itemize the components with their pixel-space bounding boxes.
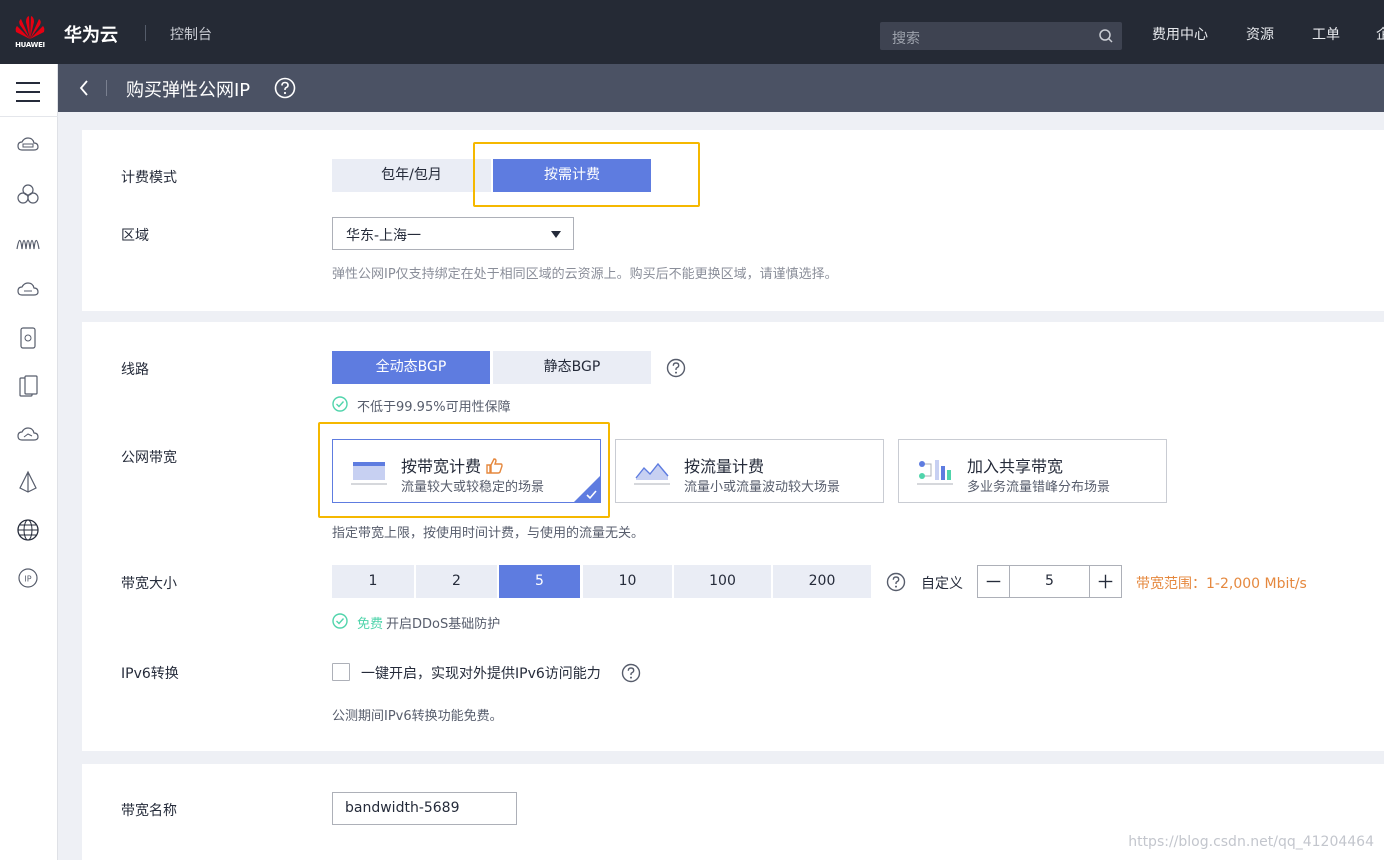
line-option-dynamic-bgp[interactable]: 全动态BGP: [332, 351, 490, 384]
network-icon[interactable]: [16, 470, 40, 494]
line-option-static-bgp[interactable]: 静态BGP: [493, 351, 651, 384]
cloud-monitor-icon[interactable]: [16, 422, 40, 446]
bandwidth-option-200[interactable]: 200: [773, 565, 871, 598]
bandwidth-panel: 线路 全动态BGP 静态BGP 不低于99.95%可用性保障 公网带宽 按带宽计…: [82, 322, 1384, 751]
bandwidth-size-label: 带宽大小: [121, 576, 177, 592]
card-shared-bandwidth[interactable]: 加入共享带宽 多业务流量错峰分布场景: [898, 439, 1167, 503]
cloud-disk-icon[interactable]: [16, 278, 40, 302]
nav-resources[interactable]: 资源: [1246, 24, 1274, 44]
help-icon[interactable]: [274, 77, 296, 99]
minus-icon[interactable]: [978, 566, 1010, 597]
ipv6-checkbox-text: 一键开启，实现对外提供IPv6访问能力: [361, 666, 601, 682]
ipv6-hint: 公测期间IPv6转换功能免费。: [332, 709, 503, 724]
billing-option-yearly[interactable]: 包年/包月: [332, 159, 491, 192]
bandwidth-type-label: 公网带宽: [121, 450, 177, 466]
bandwidth-name-label: 带宽名称: [121, 803, 177, 819]
bandwidth-value[interactable]: 5: [1010, 573, 1089, 589]
plus-icon[interactable]: [1089, 566, 1121, 597]
billing-mode-label: 计费模式: [121, 170, 177, 186]
traffic-chart-icon: [634, 462, 670, 485]
region-value: 华东-上海一: [346, 228, 422, 244]
page-title: 购买弹性公网IP: [126, 80, 251, 101]
help-icon[interactable]: [886, 572, 906, 592]
svg-text:IP: IP: [24, 575, 31, 584]
brand-name[interactable]: 华为云: [64, 21, 118, 47]
ipv6-label: IPv6转换: [121, 666, 179, 682]
nav-tickets[interactable]: 工单: [1312, 24, 1340, 44]
highlight-box: [473, 142, 700, 207]
globe-icon[interactable]: [16, 518, 40, 542]
database-icon[interactable]: [16, 374, 40, 398]
cluster-icon[interactable]: [16, 182, 40, 206]
check-circle-icon: [332, 396, 348, 412]
console-link[interactable]: 控制台: [170, 24, 212, 44]
billing-region-panel: 计费模式 包年/包月 按需计费 区域 华东-上海一 弹性公网IP仅支持绑定在处于…: [82, 130, 1384, 311]
sidebar: IP: [0, 64, 58, 860]
ddos-protection-text: 开启DDoS基础防护: [386, 617, 501, 632]
bandwidth-name-value: bandwidth-5689: [345, 800, 460, 816]
card-subtitle: 多业务流量错峰分布场景: [967, 480, 1111, 495]
bandwidth-option-5[interactable]: 5: [499, 565, 580, 598]
region-hint: 弹性公网IP仅支持绑定在处于相同区域的云资源上。购买后不能更换区域，请谨慎选择。: [332, 267, 838, 282]
back-arrow-icon[interactable]: [78, 80, 90, 96]
storage-icon[interactable]: [16, 326, 40, 350]
nav-cost-center[interactable]: 费用中心: [1152, 24, 1208, 44]
custom-label: 自定义: [921, 576, 963, 592]
top-navbar: HUAWEI 华为云 控制台 搜索 费用中心 资源 工单 企: [0, 0, 1384, 64]
bandwidth-option-2[interactable]: 2: [416, 565, 497, 598]
line-label: 线路: [121, 362, 149, 378]
waves-icon[interactable]: [16, 230, 40, 254]
ipv6-checkbox[interactable]: [332, 663, 350, 681]
search-placeholder: 搜索: [892, 31, 920, 47]
bandwidth-stepper[interactable]: 5: [977, 565, 1122, 598]
search-input[interactable]: 搜索: [880, 22, 1122, 50]
shared-bandwidth-icon: [917, 460, 953, 485]
bandwidth-name-input[interactable]: bandwidth-5689: [332, 792, 517, 825]
check-circle-icon: [332, 613, 348, 629]
bandwidth-type-hint: 指定带宽上限，按使用时间计费，与使用的流量无关。: [332, 526, 645, 541]
divider: [145, 25, 146, 41]
card-traffic-billing[interactable]: 按流量计费 流量小或流量波动较大场景: [615, 439, 884, 503]
logo-text: HUAWEI: [15, 41, 45, 49]
region-label: 区域: [121, 228, 149, 244]
nav-enterprise[interactable]: 企: [1376, 24, 1384, 44]
hamburger-menu-icon[interactable]: [16, 82, 40, 102]
card-title: 加入共享带宽: [967, 457, 1064, 476]
card-title: 按流量计费: [684, 457, 765, 476]
page-header: 购买弹性公网IP: [58, 64, 1384, 112]
help-icon[interactable]: [666, 358, 686, 378]
divider: [0, 116, 58, 117]
bandwidth-range: 带宽范围：1-2,000 Mbit/s: [1136, 576, 1307, 592]
bandwidth-option-100[interactable]: 100: [674, 565, 771, 598]
watermark: https://blog.csdn.net/qq_41204464: [1128, 834, 1374, 850]
card-subtitle: 流量小或流量波动较大场景: [684, 480, 841, 495]
availability-guarantee: 不低于99.95%可用性保障: [357, 400, 511, 415]
region-select[interactable]: 华东-上海一: [332, 217, 574, 250]
chevron-down-icon: [551, 231, 561, 238]
ddos-free-badge: 免费: [357, 617, 384, 632]
cloud-server-icon[interactable]: [16, 134, 40, 158]
bandwidth-option-10[interactable]: 10: [583, 565, 672, 598]
highlight-box: [318, 422, 610, 518]
ip-icon[interactable]: IP: [16, 566, 40, 590]
search-icon[interactable]: [1098, 28, 1114, 44]
help-icon[interactable]: [621, 663, 641, 683]
bandwidth-option-1[interactable]: 1: [332, 565, 414, 598]
divider: [106, 80, 107, 96]
